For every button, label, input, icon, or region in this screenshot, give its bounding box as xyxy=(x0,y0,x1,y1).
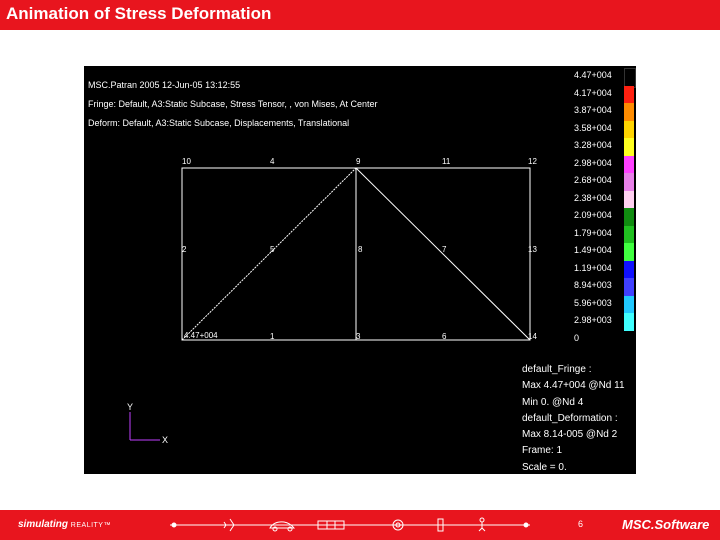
node-label: 2 xyxy=(182,245,187,254)
fringe-scale-label: 1.19+004 xyxy=(574,262,612,273)
page-number: 6 xyxy=(578,519,584,529)
node-label: 7 xyxy=(442,245,447,254)
fringe-scale-label: 0 xyxy=(574,332,580,343)
brand-text: simulating xyxy=(18,519,69,530)
car-icon xyxy=(269,521,296,532)
fringe-scale-label: 8.94+003 xyxy=(574,280,612,290)
fringe-scale-row: 3.87+004 xyxy=(562,103,634,121)
fringe-scale-swatch xyxy=(624,278,634,296)
fringe-scale-swatch xyxy=(624,225,634,244)
fringe-scale-label: 2.38+004 xyxy=(574,192,612,203)
legend-line: Max 8.14-005 @Nd 2 xyxy=(522,429,618,441)
fringe-scale-row: 4.47+004 xyxy=(562,68,636,88)
fringe-scale-row: 2.98+003 xyxy=(562,313,634,331)
fringe-scale-swatch xyxy=(624,190,634,209)
slide-title: Animation of Stress Deformation xyxy=(6,4,272,23)
fringe-scale-row: 2.68+004 xyxy=(562,173,634,191)
fringe-scale-row: 0 xyxy=(562,331,634,349)
fringe-scale-swatch xyxy=(624,260,634,279)
axis-y-label: Y xyxy=(127,402,133,412)
brand-subtext: REALITY™ xyxy=(70,522,111,529)
node-label: 10 xyxy=(182,157,191,166)
fringe-scale-row: 1.49+004 xyxy=(562,243,634,261)
footer-bar: simulating REALITY™ 6 MSC.Software xyxy=(0,510,720,540)
fringe-scale-label: 3.58+004 xyxy=(574,122,612,133)
node-label: 6 xyxy=(442,332,447,341)
fringe-scale-row: 3.28+004 xyxy=(562,138,634,156)
node-label: 1 xyxy=(270,332,275,341)
fringe-scale-label: 3.87+004 xyxy=(574,105,612,115)
fringe-scale-label: 4.47+004 xyxy=(574,70,612,80)
fringe-legend: default_Fringe : Max 4.47+004 @Nd 11 Min… xyxy=(522,362,625,474)
fringe-scale-swatch xyxy=(624,208,634,226)
fringe-scale-row: 1.79+004 xyxy=(562,225,634,244)
fringe-scale-row: 4.17+004 xyxy=(562,85,634,104)
node-label: 12 xyxy=(528,157,537,166)
legend-line: Max 4.47+004 @Nd 11 xyxy=(522,380,625,392)
fringe-scale-row: 2.98+004 xyxy=(562,155,634,174)
node-label: 8 xyxy=(358,245,363,254)
fringe-scale-label: 5.96+003 xyxy=(574,297,612,308)
axis-x-label: X xyxy=(162,435,168,445)
fringe-scale-row: 2.09+004 xyxy=(562,208,634,226)
fringe-scale-label: 2.68+004 xyxy=(574,175,612,185)
fringe-scale-swatch xyxy=(624,295,634,314)
fringe-scale-row: 1.19+004 xyxy=(562,260,634,279)
legend-line: default_Fringe : xyxy=(522,364,592,375)
fringe-scale-label: 4.17+004 xyxy=(574,87,612,98)
fringe-scale-swatch xyxy=(624,85,634,104)
legend-line: default_Deformation : xyxy=(522,412,618,424)
patran-viewport: MSC.Patran 2005 12-Jun-05 13:12:55 Fring… xyxy=(84,66,636,474)
fringe-scale-label: 2.09+004 xyxy=(574,210,612,220)
legend-line: Scale = 0. xyxy=(522,461,567,473)
fringe-scale-label: 1.49+004 xyxy=(574,245,612,255)
node-label: 5 xyxy=(270,245,275,254)
fringe-scale-label: 2.98+004 xyxy=(574,157,612,168)
fringe-scale-swatch xyxy=(624,155,634,174)
node-value-label: 4.47+004 xyxy=(184,331,218,340)
fringe-scale-swatch xyxy=(624,313,634,331)
fringe-scale-swatch xyxy=(624,243,634,261)
truss-diagonal-right xyxy=(355,167,531,341)
fringe-scale-label: 2.98+003 xyxy=(574,315,612,325)
node-label: 13 xyxy=(528,245,537,254)
fringe-scale-swatch xyxy=(624,120,634,139)
plane-icon xyxy=(222,518,240,532)
fringe-scale-swatch xyxy=(624,138,634,156)
fringe-scale-swatch xyxy=(624,173,634,191)
msc-software-logo: MSC.Software xyxy=(622,517,710,532)
node-label: 11 xyxy=(442,157,451,166)
fringe-scale-swatch xyxy=(624,103,634,121)
legend-line: Min 0. @Nd 4 xyxy=(522,396,584,408)
footer-icon-strip xyxy=(170,517,530,532)
node-label: 4 xyxy=(270,157,275,166)
truss-diagonal-left xyxy=(181,167,357,341)
coordinate-triad-icon: Y X xyxy=(127,402,168,445)
fringe-scale-label: 3.28+004 xyxy=(574,140,612,150)
node-label: 9 xyxy=(356,157,361,166)
fringe-scale-row: 8.94+003 xyxy=(562,278,634,296)
fringe-scale-label: 1.79+004 xyxy=(574,227,612,238)
brand-tagline: simulating REALITY™ xyxy=(18,519,111,530)
title-bar: Animation of Stress Deformation xyxy=(0,0,720,30)
node-label: 14 xyxy=(528,332,537,341)
fringe-scale-row: 3.58+004 xyxy=(562,120,634,139)
node-label: 3 xyxy=(356,332,361,341)
legend-line: Frame: 1 xyxy=(522,445,563,457)
fringe-scale-row: 5.96+003 xyxy=(562,295,634,314)
fringe-scale-row: 2.38+004 xyxy=(562,190,634,209)
